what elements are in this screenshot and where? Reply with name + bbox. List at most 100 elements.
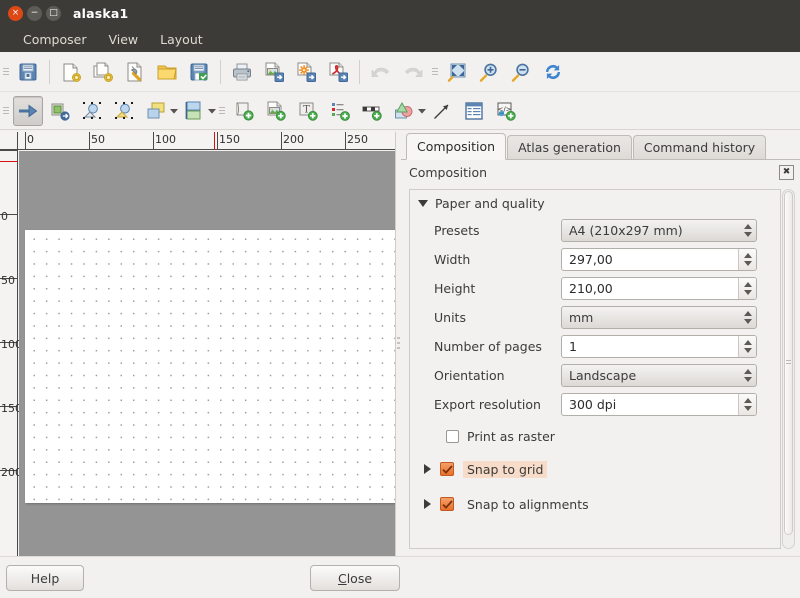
composer-canvas[interactable]	[19, 151, 395, 556]
undo-icon[interactable]	[366, 57, 396, 87]
zoom-out-icon[interactable]	[506, 57, 536, 87]
toolbar-grip[interactable]	[429, 52, 441, 92]
export-resolution-arrows[interactable]	[738, 394, 756, 415]
row-presets: Presets A4 (210x297 mm)	[410, 217, 780, 244]
arrow-up-icon[interactable]	[744, 253, 752, 258]
group-items-icon[interactable]	[141, 96, 171, 126]
tab-command-history[interactable]: Command history	[633, 135, 766, 159]
number-of-pages-spinbox[interactable]: 1	[561, 335, 757, 358]
group-snap-to-grid[interactable]: Snap to grid	[410, 455, 780, 483]
chevron-down-icon[interactable]	[207, 108, 216, 114]
arrow-down-icon[interactable]	[744, 406, 752, 411]
width-value[interactable]: 297,00	[561, 248, 757, 271]
duplicate-composer-icon[interactable]	[88, 57, 118, 87]
print-as-raster-row[interactable]: Print as raster	[410, 424, 780, 448]
add-shape-icon[interactable]	[389, 96, 419, 126]
arrow-up-icon[interactable]	[744, 311, 752, 316]
minimize-window-icon[interactable]: −	[27, 6, 42, 21]
snap-to-alignments-checkbox[interactable]	[440, 497, 454, 511]
chevron-down-icon[interactable]	[417, 108, 426, 114]
snap-to-grid-checkbox[interactable]	[440, 462, 454, 476]
number-of-pages-arrows[interactable]	[738, 336, 756, 357]
toolbar-grip[interactable]	[0, 52, 12, 92]
help-button[interactable]: Help	[6, 565, 84, 591]
export-svg-icon[interactable]	[291, 57, 321, 87]
composer-page[interactable]	[25, 230, 395, 503]
export-resolution-value[interactable]: 300 dpi	[561, 393, 757, 416]
raise-items-icon[interactable]	[179, 96, 209, 126]
arrow-down-icon[interactable]	[744, 261, 752, 266]
panel-scrollbar-thumb[interactable]	[784, 191, 793, 535]
arrow-up-icon[interactable]	[744, 224, 752, 229]
move-content-icon[interactable]	[45, 96, 75, 126]
units-arrows[interactable]	[739, 307, 756, 328]
close-panel-icon[interactable]: ✖	[779, 165, 794, 180]
add-scalebar-icon[interactable]	[357, 96, 387, 126]
height-value[interactable]: 210,00	[561, 277, 757, 300]
menu-composer[interactable]: Composer	[12, 30, 97, 49]
arrow-up-icon[interactable]	[744, 282, 752, 287]
save-as-template-icon[interactable]	[184, 57, 214, 87]
orientation-arrows[interactable]	[739, 365, 756, 386]
height-spinbox[interactable]: 210,00	[561, 277, 757, 300]
chevron-right-icon[interactable]	[424, 499, 431, 509]
height-arrows[interactable]	[738, 278, 756, 299]
export-resolution-spinbox[interactable]: 300 dpi	[561, 393, 757, 416]
add-map-icon[interactable]	[229, 96, 259, 126]
presets-combobox[interactable]: A4 (210x297 mm)	[561, 219, 757, 242]
units-combobox[interactable]: mm	[561, 306, 757, 329]
chevron-down-icon[interactable]	[169, 108, 178, 114]
arrow-up-icon[interactable]	[744, 369, 752, 374]
print-icon[interactable]	[227, 57, 257, 87]
arrow-down-icon[interactable]	[744, 377, 752, 382]
close-window-icon[interactable]: ×	[8, 6, 23, 21]
add-image-icon[interactable]	[261, 96, 291, 126]
pan-arrow-icon[interactable]	[13, 96, 43, 126]
panel-title: Composition	[409, 165, 487, 180]
width-arrows[interactable]	[738, 249, 756, 270]
group-paper-and-quality[interactable]: Paper and quality	[410, 190, 780, 215]
orientation-combobox[interactable]: Landscape	[561, 364, 757, 387]
print-as-raster-checkbox[interactable]	[446, 430, 459, 443]
menu-view[interactable]: View	[97, 30, 149, 49]
add-label-icon[interactable]: T	[293, 96, 323, 126]
toolbar-grip[interactable]	[216, 91, 228, 131]
composer-manager-icon[interactable]	[120, 57, 150, 87]
width-spinbox[interactable]: 297,00	[561, 248, 757, 271]
redo-icon[interactable]	[398, 57, 428, 87]
zoom-full-icon[interactable]	[442, 57, 472, 87]
group-snap-to-alignments[interactable]: Snap to alignments	[410, 490, 780, 518]
units-value: mm	[561, 306, 757, 329]
export-image-icon[interactable]	[259, 57, 289, 87]
tab-atlas-generation[interactable]: Atlas generation	[507, 135, 632, 159]
select-shape-icon[interactable]	[77, 96, 107, 126]
load-from-template-icon[interactable]	[152, 57, 182, 87]
chevron-down-icon[interactable]	[418, 200, 428, 207]
menu-layout[interactable]: Layout	[149, 30, 214, 49]
zoom-in-icon[interactable]	[474, 57, 504, 87]
chevron-right-icon[interactable]	[424, 464, 431, 474]
arrow-up-icon[interactable]	[744, 340, 752, 345]
close-button[interactable]: Close	[310, 565, 400, 591]
arrow-down-icon[interactable]	[744, 319, 752, 324]
number-of-pages-value[interactable]: 1	[561, 335, 757, 358]
arrow-down-icon[interactable]	[744, 232, 752, 237]
maximize-window-icon[interactable]: □	[46, 6, 61, 21]
arrow-down-icon[interactable]	[744, 348, 752, 353]
export-pdf-icon[interactable]	[323, 57, 353, 87]
toolbar-grip[interactable]	[0, 91, 12, 131]
tab-composition[interactable]: Composition	[406, 133, 506, 160]
edit-nodes-icon[interactable]	[109, 96, 139, 126]
add-table-icon[interactable]	[459, 96, 489, 126]
add-html-icon[interactable]: </>	[491, 96, 521, 126]
save-icon[interactable]	[13, 57, 43, 87]
add-legend-icon[interactable]	[325, 96, 355, 126]
add-arrow-icon[interactable]	[427, 96, 457, 126]
panel-tabs: Composition Atlas generation Command his…	[401, 132, 800, 160]
arrow-up-icon[interactable]	[744, 398, 752, 403]
refresh-icon[interactable]	[538, 57, 568, 87]
presets-arrows[interactable]	[739, 220, 756, 241]
panel-scrollbar[interactable]	[782, 189, 795, 549]
new-composer-icon[interactable]	[56, 57, 86, 87]
arrow-down-icon[interactable]	[744, 290, 752, 295]
